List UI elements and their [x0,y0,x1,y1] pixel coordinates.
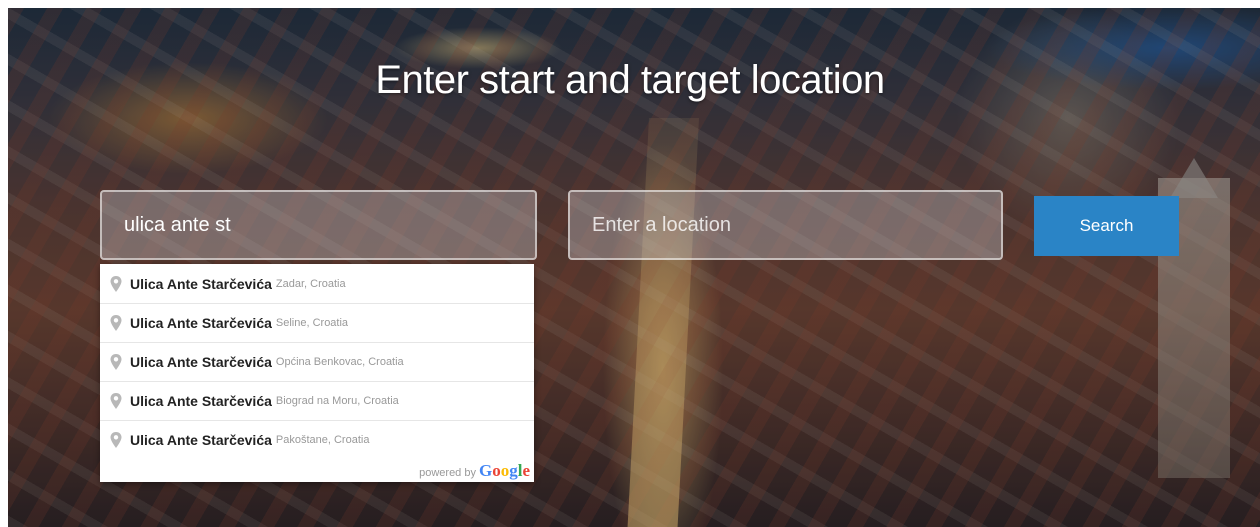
start-location-input[interactable] [100,190,537,260]
autocomplete-item-secondary: Pakoštane, Croatia [275,434,370,446]
autocomplete-item-main: Ulica Ante Starčevića [130,275,272,292]
autocomplete-item[interactable]: Ulica Ante Starčevića Seline, Croatia [100,303,534,342]
map-pin-icon [110,393,122,409]
map-pin-icon [110,275,122,292]
map-pin-icon [110,315,122,331]
map-pin-icon [110,354,122,370]
autocomplete-item[interactable]: Ulica Ante Starčevića Pakoštane, Croatia [100,420,534,459]
search-button[interactable]: Search [1034,196,1179,256]
autocomplete-item-main: Ulica Ante Starčevića [130,432,272,448]
map-pin-icon [110,432,122,448]
page-title: Enter start and target location [375,58,885,102]
autocomplete-item-secondary: Seline, Croatia [275,317,349,329]
autocomplete-item-secondary: Biograd na Moru, Croatia [275,395,399,407]
autocomplete-item-main: Ulica Ante Starčevića [130,315,272,331]
target-location-input[interactable] [568,190,1003,260]
autocomplete-list: Ulica Ante Starčevića Zadar, Croatia Ulica… [100,264,534,459]
autocomplete-item[interactable]: Ulica Ante Starčevića Zadar, Croatia [100,264,534,303]
powered-by-google: powered by Google [419,462,530,479]
autocomplete-item-secondary: Zadar, Croatia [275,277,346,290]
autocomplete-item[interactable]: Ulica Ante Starčevića Biograd na Moru, Cr… [100,381,534,420]
autocomplete-item-main: Ulica Ante Starčevića [130,393,272,409]
powered-by-text: powered by [419,467,476,479]
autocomplete-item[interactable]: Ulica Ante Starčevića Općina Benkovac, Cr… [100,342,534,381]
autocomplete-dropdown: Ulica Ante Starčevića Zadar, Croatia Ulica… [100,264,534,482]
autocomplete-item-main: Ulica Ante Starčevića [130,354,272,370]
autocomplete-item-secondary: Općina Benkovac, Croatia [275,356,404,368]
google-logo: Google [478,461,530,480]
